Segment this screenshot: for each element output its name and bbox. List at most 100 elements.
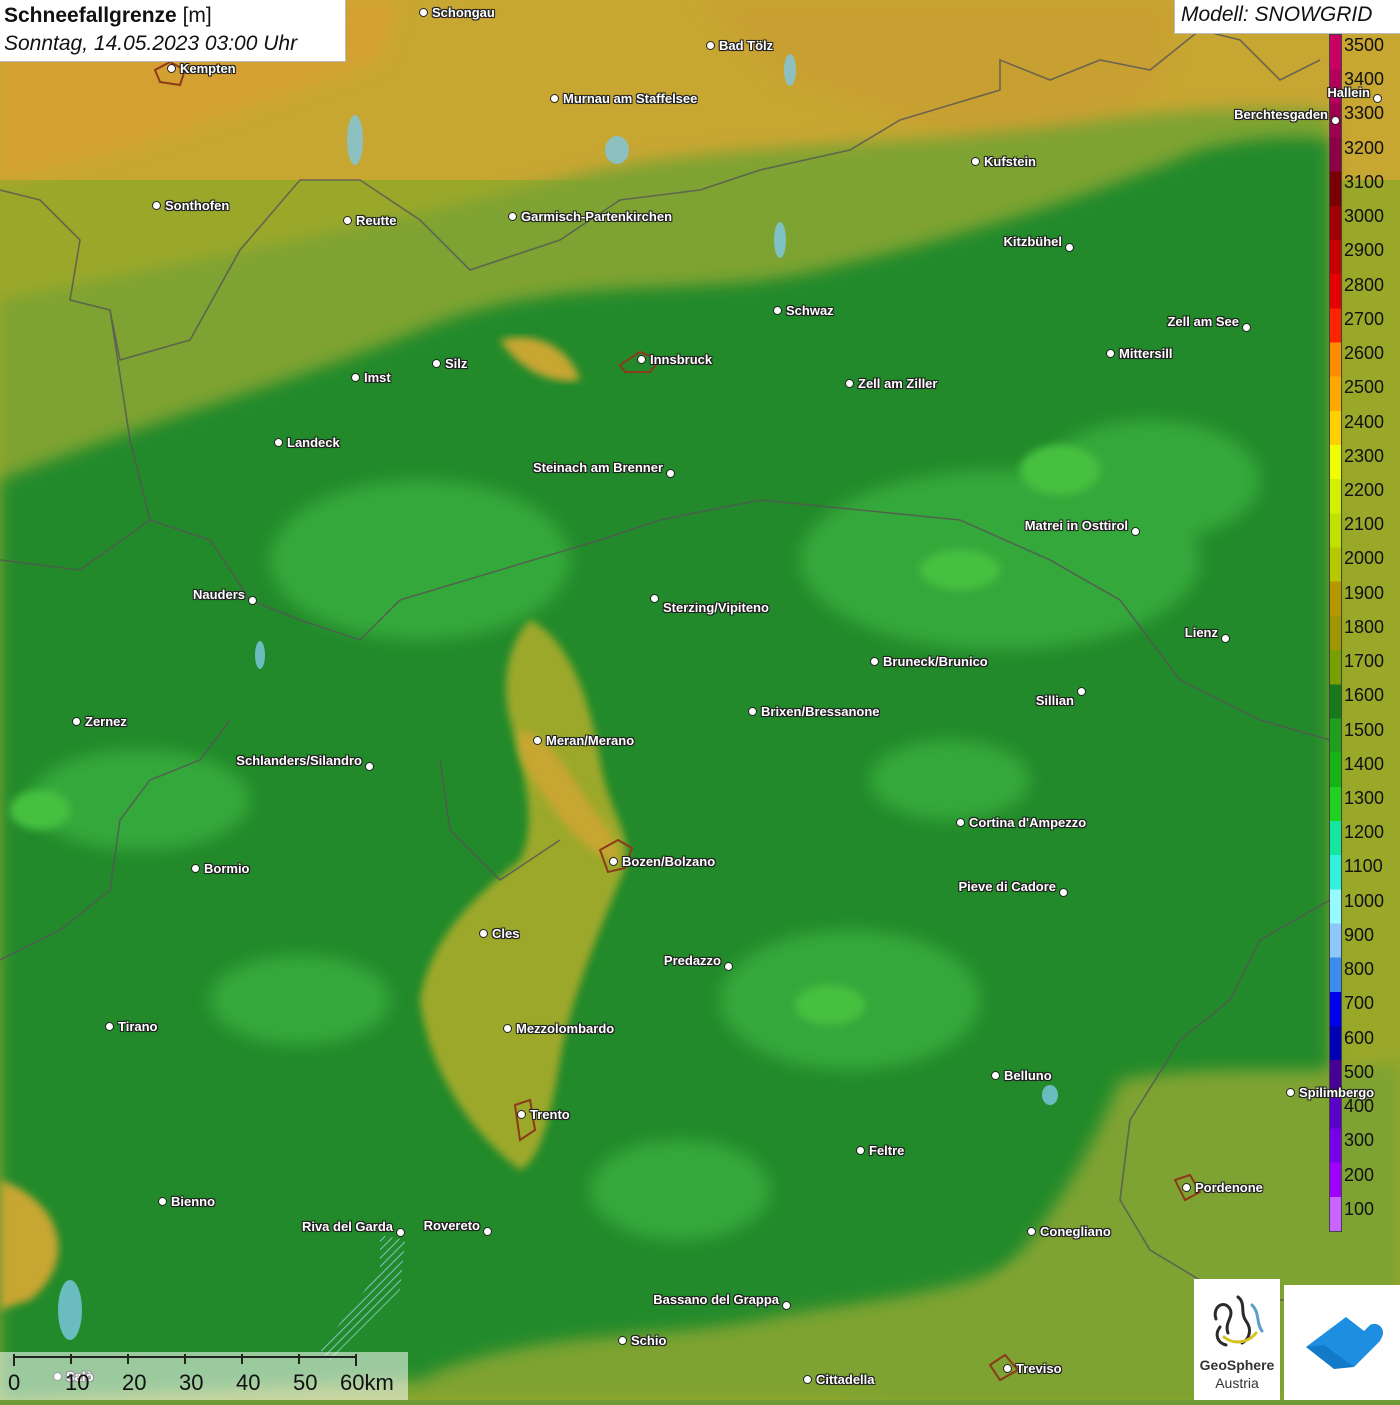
city-dot xyxy=(1373,94,1382,103)
city-label: Treviso xyxy=(1016,1361,1062,1376)
map-title-box: Schneefallgrenze [m] Sonntag, 14.05.2023… xyxy=(0,0,346,62)
city-dot xyxy=(1286,1088,1295,1097)
city-dot xyxy=(343,216,352,225)
city-label: Steinach am Brenner xyxy=(532,460,663,475)
city-dot xyxy=(618,1336,627,1345)
city-label: Predazzo xyxy=(663,953,721,968)
map-datetime: Sonntag, 14.05.2023 03:00 Uhr xyxy=(4,32,298,55)
city-label: Sillian xyxy=(1035,693,1074,708)
city-dot xyxy=(1182,1183,1191,1192)
city-label: Bruneck/Brunico xyxy=(883,654,988,669)
city-dot xyxy=(1242,323,1251,332)
legend-label: 300 xyxy=(1344,1130,1375,1151)
legend-label: 1300 xyxy=(1344,788,1385,809)
city-label: Schio xyxy=(631,1333,667,1348)
city-label: Landeck xyxy=(287,435,340,450)
city-dot xyxy=(971,157,980,166)
city-dot xyxy=(845,379,854,388)
legend-label: 1100 xyxy=(1344,856,1383,877)
geosphere-name-line1: GeoSphere xyxy=(1199,1357,1275,1373)
geosphere-austria-logo[interactable]: GeoSphere Austria xyxy=(1194,1279,1280,1400)
city-dot xyxy=(1131,527,1140,536)
city-dot xyxy=(782,1301,791,1310)
city-dot xyxy=(365,762,374,771)
city-dot xyxy=(856,1146,865,1155)
city-label: Berchtesgaden xyxy=(1234,107,1328,122)
legend-label: 900 xyxy=(1344,924,1375,945)
city-dot xyxy=(1059,888,1068,897)
city-label: Pieve di Cadore xyxy=(958,879,1056,894)
city-label: Trento xyxy=(530,1107,570,1122)
legend-label: 2400 xyxy=(1344,411,1385,432)
model-label: Modell: SNOWGRID xyxy=(1174,0,1400,34)
city-dot xyxy=(158,1197,167,1206)
city-dot xyxy=(274,438,283,447)
legend-label: 2100 xyxy=(1344,514,1385,535)
city-label: Reutte xyxy=(356,213,397,228)
city-dot xyxy=(991,1071,1000,1080)
legend-label: 1600 xyxy=(1344,685,1385,706)
city-dot xyxy=(167,64,176,73)
city-label: Cortina d'Ampezzo xyxy=(969,815,1087,830)
city-label: Innsbruck xyxy=(650,352,713,367)
scale-label: 50 xyxy=(293,1370,318,1395)
city-label: Spilimbergo xyxy=(1299,1085,1375,1100)
legend-label: 2700 xyxy=(1344,308,1385,329)
city-dot xyxy=(956,818,965,827)
legend-label: 2500 xyxy=(1344,377,1385,398)
city-dot xyxy=(105,1022,114,1031)
city-dot xyxy=(483,1227,492,1236)
color-legend: 3500 3400 3300 3200 3100 3000 2900 2800 2700 2600… xyxy=(1329,34,1400,1232)
city-label: Murnau am Staffelsee xyxy=(563,91,698,106)
legend-label: 3100 xyxy=(1344,171,1385,192)
legend-label: 1200 xyxy=(1344,822,1385,843)
legend-label: 3500 xyxy=(1344,35,1385,55)
scale-label: 20 xyxy=(122,1370,147,1395)
city-dot xyxy=(550,94,559,103)
legend-label: 1400 xyxy=(1344,753,1385,774)
city-dot xyxy=(508,212,517,221)
city-dot xyxy=(706,41,715,50)
city-dot xyxy=(1027,1227,1036,1236)
city-label: Bozen/Bolzano xyxy=(622,854,716,869)
city-label: Meran/Merano xyxy=(546,733,635,748)
city-dot xyxy=(396,1228,405,1237)
city-label: Kempten xyxy=(180,61,236,76)
cloud-arrow-icon xyxy=(1306,1317,1384,1369)
legend-label: 1800 xyxy=(1344,616,1385,637)
legend-label: 2800 xyxy=(1344,274,1385,295)
city-label: Schlanders/Silandro xyxy=(236,753,362,768)
city-dot xyxy=(724,962,733,971)
city-dot xyxy=(803,1375,812,1384)
city-label: Cittadella xyxy=(816,1372,875,1387)
city-dot xyxy=(1003,1364,1012,1373)
geosphere-name-line2: Austria xyxy=(1215,1375,1259,1391)
city-label: Rovereto xyxy=(423,1218,480,1233)
scale-label: 30 xyxy=(179,1370,204,1395)
city-dot xyxy=(533,736,542,745)
city-dot xyxy=(609,857,618,866)
legend-label: 2000 xyxy=(1344,548,1385,569)
legend-label: 1500 xyxy=(1344,719,1385,740)
city-label: Hallein xyxy=(1327,85,1370,100)
legend-label: 100 xyxy=(1344,1198,1375,1219)
city-dot xyxy=(503,1024,512,1033)
city-label: Riva del Garda xyxy=(301,1219,393,1234)
city-dot xyxy=(870,657,879,666)
city-dot xyxy=(650,594,659,603)
legend-color-bar xyxy=(1329,34,1342,1232)
city-label: Silz xyxy=(445,356,468,371)
city-label: Imst xyxy=(364,370,391,385)
app-logo[interactable] xyxy=(1284,1285,1400,1400)
city-dot xyxy=(748,707,757,716)
city-label: Bienno xyxy=(171,1194,216,1209)
city-dot xyxy=(72,717,81,726)
city-label: Conegliano xyxy=(1040,1224,1111,1239)
scale-label: 10 xyxy=(65,1370,90,1395)
city-dot xyxy=(248,596,257,605)
scale-label: 60km xyxy=(340,1370,394,1395)
city-label: Mezzolombardo xyxy=(516,1021,615,1036)
scale-label: 0 xyxy=(8,1370,21,1395)
city-label: Bormio xyxy=(204,861,250,876)
city-label: Belluno xyxy=(1004,1068,1052,1083)
